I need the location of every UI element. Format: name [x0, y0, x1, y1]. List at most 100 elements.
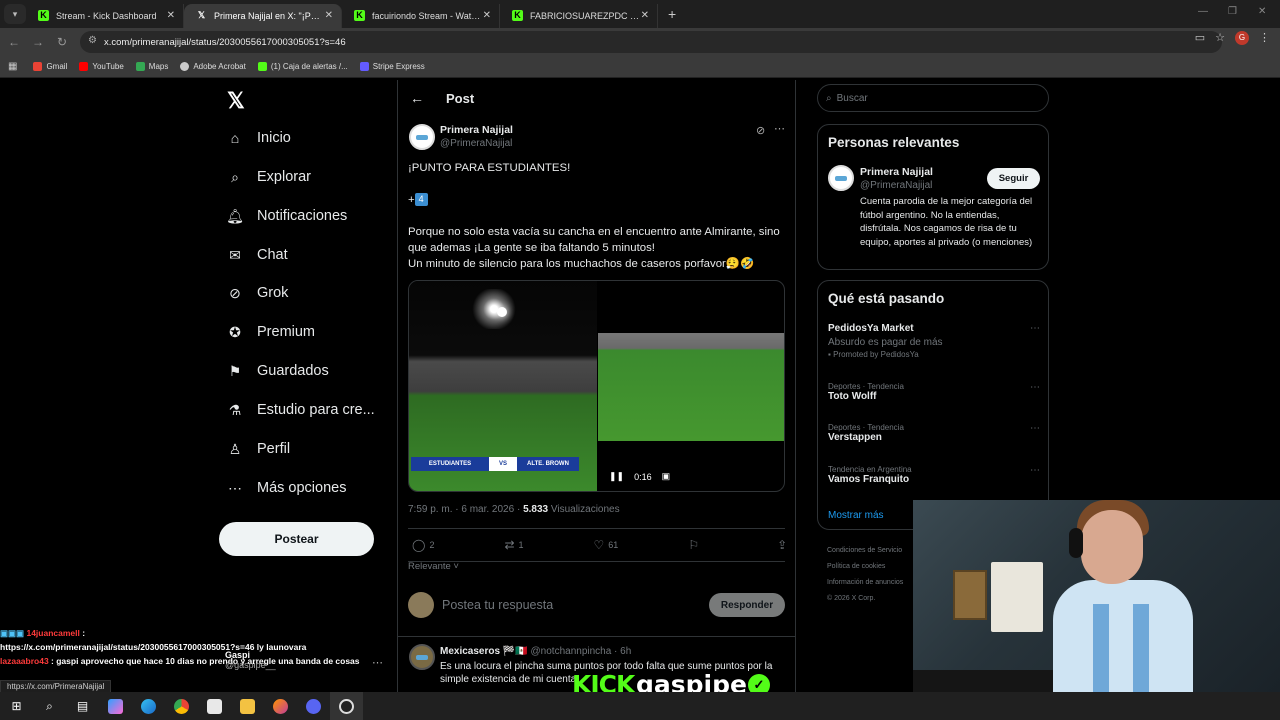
close-icon[interactable]: ✕ — [167, 4, 175, 28]
close-window-icon[interactable]: ✕ — [1258, 6, 1266, 17]
cast-icon[interactable]: ▭ — [1195, 31, 1205, 45]
author-handle[interactable]: @PrimeraNajijal — [440, 138, 512, 149]
menu-icon[interactable]: ⋮ — [1259, 31, 1270, 45]
nav-bookmarks[interactable]: ⚑ Guardados — [227, 356, 329, 386]
site-info-icon[interactable]: ⚙ — [88, 35, 97, 46]
nav-home[interactable]: ⌂ Inicio — [227, 123, 291, 153]
browser-tab[interactable]: K Stream - Kick Dashboard ✕ — [26, 4, 184, 28]
trend-item[interactable]: Deportes · Tendencia Verstappen ⋯ — [828, 423, 1040, 443]
new-tab-button[interactable]: + — [668, 6, 676, 22]
nav-explore[interactable]: ⌕ Explorar — [227, 162, 311, 192]
bookmark-gmail[interactable]: Gmail — [33, 62, 67, 71]
back-icon[interactable]: ← — [2, 35, 26, 49]
tweet-media[interactable]: ESTUDIANTES VS ALTE. BROWN ❚❚ 0:16 ▣ — [408, 280, 785, 492]
nav-label: Premium — [257, 324, 316, 340]
reply-author[interactable]: Mexicaseros 🏁🇲🇽 @notchannpincha · 6h — [440, 646, 631, 657]
edge-icon[interactable] — [132, 692, 165, 720]
video-controls: ❚❚ 0:16 ▣ — [609, 471, 670, 482]
obs-icon[interactable] — [330, 692, 363, 720]
bookmark-stripe[interactable]: Stripe Express — [359, 62, 425, 71]
like-action[interactable]: ♡ 61 — [594, 538, 619, 552]
reply-input[interactable]: Postea tu respuesta — [442, 598, 709, 612]
more-icon[interactable]: ⋯ — [1030, 423, 1040, 434]
bookmark-label: Gmail — [46, 62, 68, 71]
address-bar[interactable]: ⚙ x.com/primeranajijal/status/2030055617… — [80, 31, 1222, 53]
footer-cookies[interactable]: Política de cookies — [827, 559, 903, 575]
chrome-icon[interactable] — [165, 692, 198, 720]
search-input[interactable]: ⌕ Buscar — [817, 84, 1049, 112]
more-icon[interactable]: ⋯ — [372, 656, 383, 669]
firefox-icon[interactable] — [264, 692, 297, 720]
author-avatar[interactable] — [409, 124, 435, 150]
x-logo-icon[interactable]: 𝕏 — [227, 88, 245, 114]
minimize-icon[interactable]: — — [1198, 6, 1208, 17]
apps-icon[interactable]: ▦ — [8, 61, 17, 72]
reply-action[interactable]: ◯ 2 — [412, 538, 434, 552]
more-icon[interactable]: ⋯ — [1030, 465, 1040, 476]
post-timestamp[interactable]: 7:59 p. m. · 6 mar. 2026 · — [408, 504, 520, 515]
trend-item[interactable]: Tendencia en Argentina Vamos Franquito ⋯ — [828, 465, 1040, 485]
star-icon[interactable]: ☆ — [1215, 31, 1225, 45]
sort-replies[interactable]: Relevante ˅ — [408, 561, 459, 572]
store-icon[interactable] — [198, 692, 231, 720]
share-action[interactable]: ⇪ — [777, 538, 787, 552]
nav-premium[interactable]: ✪ Premium — [227, 317, 315, 347]
discord-icon[interactable] — [297, 692, 330, 720]
task-view-icon[interactable]: ▤ — [66, 692, 99, 720]
trend-item[interactable]: PedidosYa Market Absurdo es pagar de más… — [828, 323, 1040, 359]
search-placeholder: Buscar — [836, 92, 868, 104]
reply-button[interactable]: Responder — [709, 593, 785, 617]
match-video[interactable] — [598, 333, 784, 441]
browser-tab[interactable]: K facuiriondo Stream - Watch Live ✕ — [342, 4, 500, 28]
views-label: Visualizaciones — [550, 504, 620, 515]
captions-icon[interactable]: ▣ — [662, 471, 671, 482]
close-icon[interactable]: ✕ — [641, 4, 649, 28]
tab-search-button[interactable]: ▾ — [4, 4, 26, 24]
repost-action[interactable]: ⇄ 1 — [504, 538, 523, 552]
author-name[interactable]: Primera Najijal — [440, 124, 513, 136]
search-icon: ⌕ — [826, 92, 832, 104]
back-arrow-icon[interactable]: ← — [410, 90, 424, 106]
browser-tab-active[interactable]: 𝕏 Primera Najijal en X: "¡PUNTO PARA EST… — [184, 4, 342, 28]
restore-icon[interactable]: ❐ — [1228, 6, 1237, 17]
trend-item[interactable]: Deportes · Tendencia Toto Wolff ⋯ — [828, 382, 1040, 402]
stadium-photo[interactable]: ESTUDIANTES VS ALTE. BROWN — [409, 281, 597, 491]
windows-start-icon[interactable]: ⊞ — [0, 692, 33, 720]
grok-icon[interactable]: ⊘ — [756, 124, 765, 137]
reload-icon[interactable]: ↻ — [50, 35, 74, 49]
follow-button[interactable]: Seguir — [987, 168, 1040, 189]
bookmark-maps[interactable]: Maps — [135, 62, 168, 71]
reply-count: 2 — [429, 540, 435, 550]
nav-more[interactable]: ⋯ Más opciones — [227, 473, 346, 503]
bookmark-action[interactable]: ⚐ — [688, 538, 699, 552]
nav-profile[interactable]: ♙ Perfil — [227, 434, 290, 464]
bookmark-alerts[interactable]: (1) Caja de alertas /... — [257, 62, 348, 71]
copilot-icon[interactable] — [99, 692, 132, 720]
nav-notifications[interactable]: 🔔︎ Notificaciones — [226, 201, 347, 231]
profile-avatar[interactable]: G — [1235, 31, 1249, 45]
search-icon[interactable]: ⌕ — [33, 692, 66, 720]
relevant-avatar[interactable] — [828, 165, 854, 191]
relevant-handle[interactable]: @PrimeraNajijal — [860, 180, 932, 191]
browser-tab[interactable]: K FABRICIOSUAREZPDC Stream ✕ — [500, 4, 658, 28]
footer-terms[interactable]: Condiciones de Servicio — [827, 543, 903, 559]
nav-creator-studio[interactable]: ⚗ Estudio para cre... — [227, 395, 375, 425]
bookmark-youtube[interactable]: YouTube — [79, 62, 124, 71]
close-icon[interactable]: ✕ — [325, 4, 333, 28]
forward-icon[interactable]: → — [26, 35, 50, 49]
reply-avatar[interactable] — [409, 644, 435, 670]
more-icon[interactable]: ⋯ — [1030, 323, 1040, 334]
more-options-icon[interactable]: ⋯ — [774, 122, 785, 135]
post-button[interactable]: Postear — [219, 522, 374, 556]
nav-grok[interactable]: ⊘ Grok — [227, 278, 288, 308]
folder-icon[interactable] — [231, 692, 264, 720]
bookmark-acrobat[interactable]: Adobe Acrobat — [180, 62, 246, 71]
more-icon[interactable]: ⋯ — [1030, 382, 1040, 393]
pause-icon[interactable]: ❚❚ — [609, 471, 624, 482]
close-icon[interactable]: ✕ — [483, 4, 491, 28]
team-a: ESTUDIANTES — [411, 457, 489, 471]
relevant-name[interactable]: Primera Najijal — [860, 166, 933, 178]
nav-chat[interactable]: ✉ Chat — [227, 240, 288, 270]
show-more-link[interactable]: Mostrar más — [828, 510, 884, 521]
footer-ads[interactable]: Información de anuncios — [827, 575, 903, 591]
